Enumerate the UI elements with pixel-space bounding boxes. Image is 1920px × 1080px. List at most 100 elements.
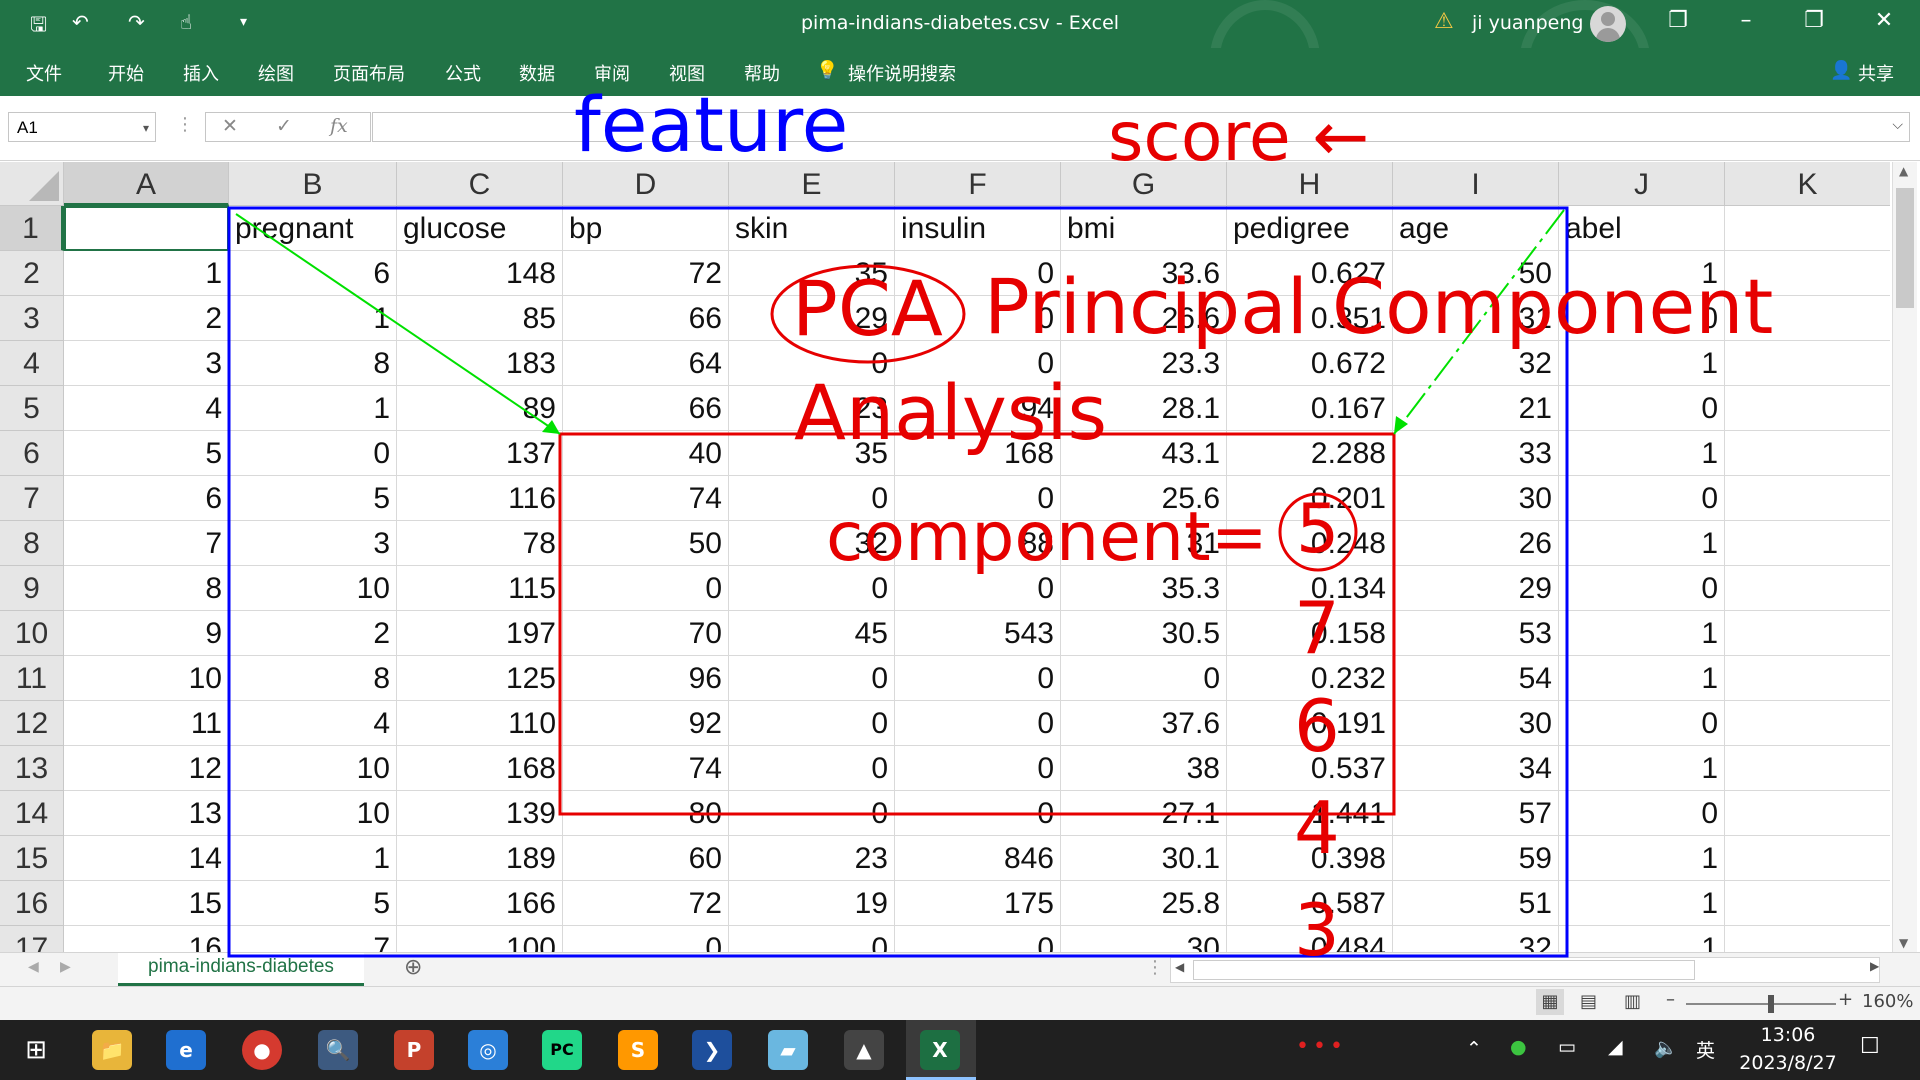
scroll-left-icon[interactable]: ◀ [1175,960,1184,974]
table-cell[interactable]: 0 [229,431,397,476]
chat-app-icon[interactable]: ◎ [468,1030,508,1070]
row-header[interactable]: 15 [0,836,64,881]
table-cell[interactable]: 29 [1393,566,1559,611]
tell-me-search[interactable]: 操作说明搜索 [848,60,956,86]
table-cell[interactable]: 26 [1393,521,1559,566]
row-header[interactable]: 1 [0,206,64,251]
row-header[interactable]: 8 [0,521,64,566]
table-cell[interactable]: 8 [229,656,397,701]
table-cell[interactable]: 543 [895,611,1061,656]
wifi-icon[interactable]: ◢ [1608,1036,1623,1058]
chevron-down-icon[interactable]: ▾ [143,113,149,143]
table-cell[interactable]: 0 [1559,566,1725,611]
table-cell[interactable]: 2.288 [1227,431,1393,476]
minimize-icon[interactable]: – [1726,8,1766,33]
table-cell[interactable]: 5 [229,881,397,926]
page-layout-view-icon[interactable]: ▤ [1580,991,1597,1012]
column-header-c[interactable]: C [397,162,563,206]
scroll-down-icon[interactable]: ▼ [1899,936,1908,950]
table-cell[interactable] [1725,746,1890,791]
table-cell[interactable]: 15 [64,881,229,926]
chrome-icon[interactable]: ● [242,1030,282,1070]
tray-app-icon[interactable]: ● [1510,1036,1527,1058]
table-cell[interactable]: 8 [64,566,229,611]
table-cell[interactable]: 1 [229,386,397,431]
zoom-slider-thumb[interactable] [1768,995,1774,1013]
table-cell[interactable] [1725,476,1890,521]
table-cell[interactable]: 23 [729,836,895,881]
table-cell[interactable]: 6 [64,476,229,521]
zoom-out-icon[interactable]: – [1666,989,1675,1010]
header-cell[interactable]: pedigree [1227,206,1393,251]
table-cell[interactable]: 197 [397,611,563,656]
table-cell[interactable] [1725,881,1890,926]
select-all-corner[interactable] [0,162,64,206]
table-cell[interactable]: 27.1 [1061,791,1227,836]
table-cell[interactable] [1725,521,1890,566]
row-header[interactable]: 5 [0,386,64,431]
table-cell[interactable]: 4 [64,386,229,431]
row-header[interactable]: 17 [0,926,64,952]
excel-taskbar-button[interactable]: X [906,1020,976,1080]
table-cell[interactable] [1725,386,1890,431]
clock-date[interactable]: 2023/8/27 [1730,1052,1846,1074]
clock-time[interactable]: 13:06 [1738,1024,1838,1046]
zoom-in-icon[interactable]: + [1838,989,1853,1010]
table-cell[interactable]: 13 [64,791,229,836]
cancel-icon[interactable]: ✕ [222,115,238,137]
table-cell[interactable]: 64 [563,341,729,386]
header-cell[interactable]: glucose [397,206,563,251]
table-cell[interactable]: 1 [1559,656,1725,701]
table-cell[interactable]: 25.8 [1061,881,1227,926]
table-cell[interactable]: 14 [64,836,229,881]
table-cell[interactable]: 0 [895,701,1061,746]
tab-formulas[interactable]: 公式 [445,60,481,86]
notepad-icon[interactable]: ▰ [768,1030,808,1070]
table-cell[interactable]: 2 [64,296,229,341]
search-app-icon[interactable]: 🔍 [318,1030,358,1070]
header-cell[interactable]: age [1393,206,1559,251]
table-cell[interactable]: 32 [1393,926,1559,952]
header-cell[interactable]: skin [729,206,895,251]
table-cell[interactable]: 0 [895,656,1061,701]
table-cell[interactable]: 8 [229,341,397,386]
table-cell[interactable]: 9 [64,611,229,656]
tab-file[interactable]: 文件 [26,60,62,86]
table-cell[interactable]: 2 [229,611,397,656]
table-cell[interactable]: 30 [1061,926,1227,952]
column-header-f[interactable]: F [895,162,1061,206]
table-cell[interactable]: 4 [229,701,397,746]
table-cell[interactable]: 51 [1393,881,1559,926]
table-cell[interactable]: 10 [229,566,397,611]
table-cell[interactable]: 45 [729,611,895,656]
table-cell[interactable]: 11 [64,701,229,746]
table-cell[interactable] [1725,656,1890,701]
table-cell[interactable]: 183 [397,341,563,386]
enter-icon[interactable]: ✓ [276,115,292,137]
table-cell[interactable] [1725,791,1890,836]
table-cell[interactable]: 175 [895,881,1061,926]
row-header[interactable]: 6 [0,431,64,476]
table-cell[interactable]: 92 [563,701,729,746]
table-cell[interactable]: 116 [397,476,563,521]
header-cell[interactable]: insulin [895,206,1061,251]
table-cell[interactable]: 0 [729,791,895,836]
ime-indicator[interactable]: 英 [1696,1036,1715,1063]
prev-sheet-icon[interactable]: ◀ [28,959,39,975]
header-cell[interactable]: abel [1559,206,1725,251]
table-cell[interactable]: 1 [1559,521,1725,566]
table-cell[interactable]: 0 [1559,791,1725,836]
table-cell[interactable]: 1 [229,836,397,881]
selected-cell[interactable] [64,206,229,251]
table-cell[interactable]: 1 [1559,746,1725,791]
table-cell[interactable]: 38 [1061,746,1227,791]
row-header[interactable]: 4 [0,341,64,386]
table-cell[interactable]: 40 [563,431,729,476]
table-cell[interactable]: 10 [229,746,397,791]
table-cell[interactable] [1725,566,1890,611]
table-cell[interactable]: 30 [1393,476,1559,521]
table-cell[interactable]: 110 [397,701,563,746]
table-cell[interactable]: 0 [1559,476,1725,521]
notifications-icon[interactable]: ☐ [1860,1034,1880,1059]
sublime-icon[interactable]: S [618,1030,658,1070]
